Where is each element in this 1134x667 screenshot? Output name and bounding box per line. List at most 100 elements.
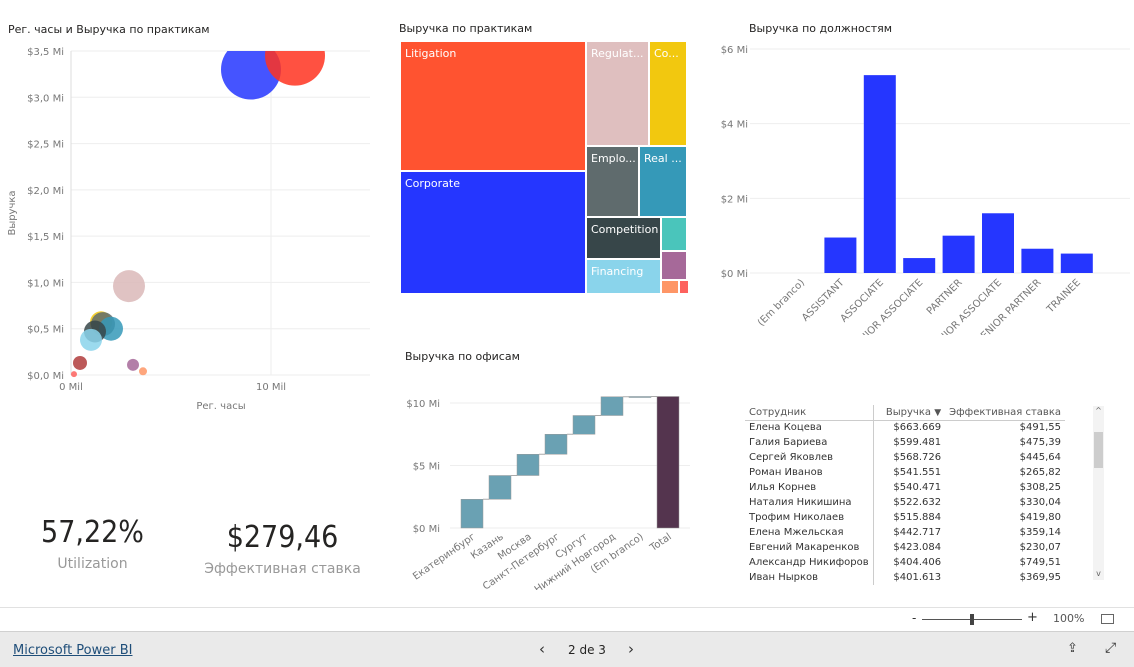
waterfall-bar[interactable]	[488, 475, 512, 500]
share-icon[interactable]: ⇪	[1067, 641, 1078, 656]
waterfall-bar[interactable]	[572, 415, 596, 435]
scroll-down-icon[interactable]: v	[1093, 569, 1104, 578]
bar[interactable]	[903, 258, 936, 273]
bar[interactable]	[824, 237, 857, 273]
scatter-chart[interactable]: $0,0 Mi $0,5 Mi $1,0 Mi $1,5 Mi $2,0 Mi $2,5 …	[0, 35, 385, 420]
y-tick-label: $2 Mi	[721, 194, 748, 205]
table-row[interactable]: Елена Мжельская $442.717 $359,14	[745, 525, 1065, 540]
rate-cell: $419,80	[1019, 512, 1061, 523]
waterfall-chart[interactable]: $0 Mi$5 Mi$10 MiЕкатеринбургКазаньМосква…	[400, 380, 700, 590]
x-tick-label: 0 Mil	[59, 382, 83, 393]
bubble[interactable]	[139, 367, 147, 376]
col-revenue[interactable]: Выручка ▼	[873, 405, 946, 421]
y-tick-label: $2,0 Mi	[27, 186, 64, 197]
table-row[interactable]: Трофим Николаев $515.884 $419,80	[745, 510, 1065, 525]
x-tick-label: Total	[647, 531, 673, 554]
x-tick-label: PARTNER	[925, 277, 965, 317]
treemap-tile[interactable]: Co...	[649, 41, 687, 146]
waterfall-title: Выручка по офисам	[405, 350, 520, 363]
employee-cell: Трофим Николаев	[745, 510, 874, 525]
footer-bar: Microsoft Power BI ‹ 2 de 3 › ⇪ ⤢	[0, 631, 1134, 667]
rate-cell: $491,55	[1019, 422, 1061, 434]
bubbles	[71, 51, 325, 378]
treemap-tile[interactable]: Real ...	[639, 146, 687, 217]
bar[interactable]	[863, 75, 896, 273]
page-indicator: 2 de 3	[568, 643, 606, 657]
rate-cell: $445,64	[1019, 452, 1061, 463]
employee-cell: Сергей Яковлев	[745, 450, 874, 465]
scroll-up-icon[interactable]: ^	[1093, 406, 1104, 415]
table-scrollbar[interactable]: ^ v	[1093, 406, 1104, 580]
treemap-tile[interactable]: Emplo...	[586, 146, 639, 217]
y-tick-label: $4 Mi	[721, 120, 748, 131]
treemap-tile[interactable]	[679, 280, 689, 294]
fullscreen-icon[interactable]: ⤢	[1105, 640, 1116, 656]
treemap-tile-label: Regulat...	[591, 47, 644, 60]
bubble[interactable]	[73, 355, 87, 370]
treemap-tile[interactable]: Competition	[586, 217, 661, 259]
waterfall-bar[interactable]	[628, 396, 652, 398]
treemap-tile[interactable]: Litigation	[400, 41, 586, 171]
bubble[interactable]	[113, 270, 145, 303]
waterfall-bar[interactable]	[600, 396, 624, 416]
revenue-cell: $423.084	[893, 542, 942, 553]
col-employee[interactable]: Сотрудник	[745, 405, 874, 421]
treemap-tile[interactable]: Corporate	[400, 171, 586, 294]
treemap-tile-label: Financing	[591, 265, 644, 278]
table-row[interactable]: Александр Никифоров $404.406 $749,51	[745, 555, 1065, 570]
table-row[interactable]: Наталия Никишина $522.632 $330,04	[745, 495, 1065, 510]
bar[interactable]	[1060, 253, 1093, 273]
treemap-tile[interactable]	[661, 251, 687, 280]
waterfall-bar[interactable]	[460, 499, 484, 529]
rate-cell: $749,51	[1019, 557, 1061, 568]
next-page-icon[interactable]: ›	[628, 640, 634, 658]
col-rate[interactable]: Эффективная ставка	[945, 405, 1065, 421]
employee-cell: Наталия Никишина	[745, 495, 874, 510]
bar[interactable]	[942, 235, 975, 273]
x-tick-label: (Em branco)	[756, 277, 807, 328]
zoom-out-button[interactable]: -	[912, 611, 916, 625]
y-axis-title: Выручка	[7, 190, 18, 235]
x-tick-label: 10 Mil	[256, 382, 286, 393]
revenue-cell: $442.717	[893, 527, 942, 538]
employee-cell: Елена Коцева	[745, 420, 874, 435]
zoom-slider-thumb[interactable]	[970, 614, 974, 625]
waterfall-bar[interactable]	[656, 396, 680, 529]
treemap-tile[interactable]	[661, 280, 679, 294]
prev-page-icon[interactable]: ‹	[539, 640, 545, 658]
table-row[interactable]: Иван Нырков $401.613 $369,95	[745, 570, 1065, 585]
kpi-utilization: 57,22% Utilization	[10, 515, 175, 572]
bar-chart[interactable]: $0 Mi$2 Mi$4 Mi$6 Mi(Em branco)ASSISTANT…	[700, 35, 1134, 335]
table-row[interactable]: Евгений Макаренков $423.084 $230,07	[745, 540, 1065, 555]
waterfall-bar[interactable]	[516, 454, 540, 476]
treemap-tile-label: Emplo...	[591, 152, 636, 165]
kpi-utilization-label: Utilization	[57, 556, 128, 572]
bar[interactable]	[1021, 248, 1054, 273]
table-row[interactable]: Сергей Яковлев $568.726 $445,64	[745, 450, 1065, 465]
table-row[interactable]: Роман Иванов $541.551 $265,82	[745, 465, 1065, 480]
bubble[interactable]	[80, 328, 102, 351]
scrollbar-thumb[interactable]	[1094, 432, 1103, 468]
employee-cell: Илья Корнев	[745, 480, 874, 495]
y-tick-label: $2,5 Mi	[27, 140, 64, 151]
bar-chart-title: Выручка по должностям	[749, 22, 893, 35]
treemap-tile[interactable]: Regulat...	[586, 41, 649, 146]
bubble[interactable]	[127, 358, 139, 371]
y-tick-label: $3,5 Mi	[27, 47, 64, 58]
fit-to-page-icon[interactable]	[1101, 614, 1114, 624]
table-row[interactable]: Галия Бариева $599.481 $475,39	[745, 435, 1065, 450]
table-row[interactable]: Елена Коцева $663.669 $491,55	[745, 420, 1065, 435]
power-bi-link[interactable]: Microsoft Power BI	[13, 643, 132, 658]
treemap-tile[interactable]: Financing	[586, 259, 661, 294]
zoom-in-button[interactable]: +	[1027, 610, 1038, 625]
bar[interactable]	[982, 213, 1014, 273]
rate-cell: $475,39	[1019, 437, 1061, 448]
treemap-tile[interactable]	[661, 217, 687, 251]
y-tick-label: $1,0 Mi	[27, 278, 64, 289]
y-tick-label: $0,5 Mi	[27, 325, 64, 336]
kpi-utilization-value: 57,22%	[41, 515, 144, 550]
bubble[interactable]	[71, 371, 77, 378]
table-row[interactable]: Илья Корнев $540.471 $308,25	[745, 480, 1065, 495]
waterfall-bar[interactable]	[544, 434, 568, 455]
zoom-bar: - + 100%	[0, 607, 1134, 631]
